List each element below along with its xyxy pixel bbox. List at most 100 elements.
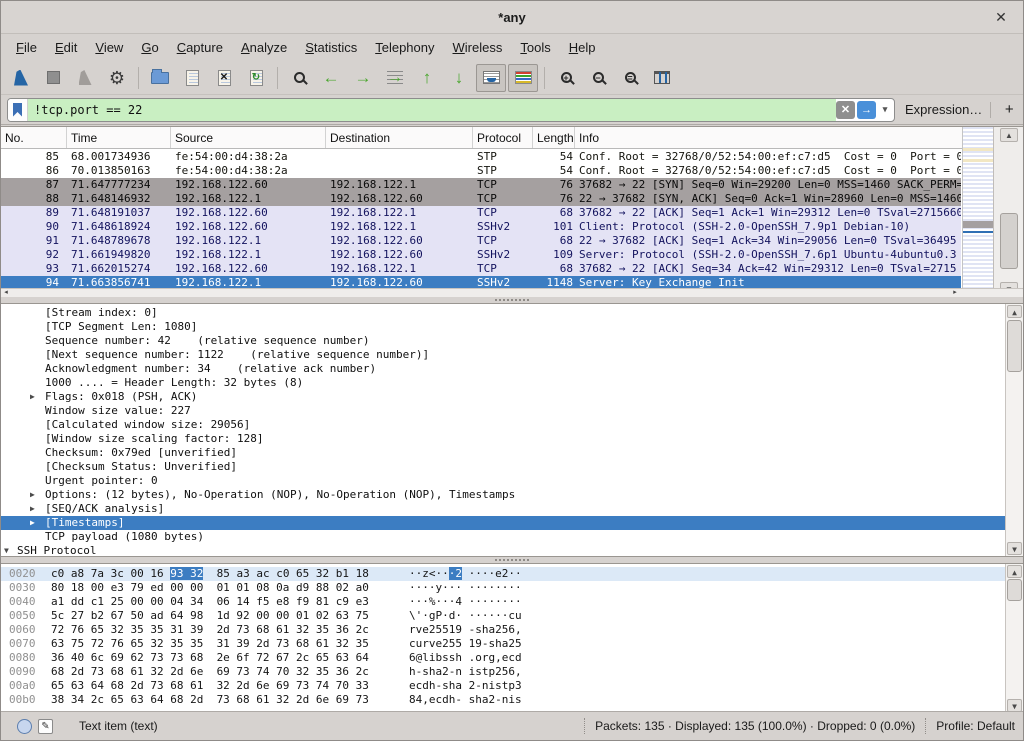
scroll-right-icon[interactable]: ▸ [950, 289, 960, 297]
detail-line[interactable]: Window size value: 227 [1, 404, 1005, 418]
filter-clear-button[interactable]: ✕ [836, 101, 855, 119]
display-filter-input[interactable] [28, 99, 836, 121]
colorize-button[interactable] [508, 64, 538, 92]
detail-line[interactable]: Urgent pointer: 0 [1, 474, 1005, 488]
restart-capture-button[interactable] [70, 64, 100, 92]
start-capture-button[interactable] [6, 64, 36, 92]
detail-line[interactable]: Checksum: 0x79ed [unverified] [1, 446, 1005, 460]
hex-bytes[interactable]: 68 2d 73 68 61 32 2d 6e 69 73 74 70 32 3… [37, 665, 397, 679]
hex-bytes[interactable]: 80 18 00 e3 79 ed 00 00 01 01 08 0a d9 8… [37, 581, 397, 595]
detail-line[interactable]: 1000 .... = Header Length: 32 bytes (8) [1, 376, 1005, 390]
scrollbar-thumb[interactable] [1007, 579, 1022, 601]
detail-line[interactable]: [Calculated window size: 29056] [1, 418, 1005, 432]
scroll-up-icon[interactable]: ▲ [1000, 128, 1018, 142]
hex-scrollbar[interactable]: ▲ ▼ [1005, 564, 1023, 713]
filter-apply-button[interactable]: → [857, 101, 876, 119]
packet-row[interactable]: 8971.648191037192.168.122.60192.168.122.… [1, 206, 961, 220]
menu-view[interactable]: View [86, 36, 132, 59]
hex-row[interactable]: 003080 18 00 e3 79 ed 00 00 01 01 08 0a … [1, 581, 1005, 595]
detail-line[interactable]: [Window size scaling factor: 128] [1, 432, 1005, 446]
packet-row[interactable]: 9271.661949820192.168.122.1192.168.122.6… [1, 248, 961, 262]
hex-row[interactable]: 00a065 63 64 68 2d 73 68 61 32 2d 6e 69 … [1, 679, 1005, 693]
hex-ascii[interactable]: ecdh-sha 2-nistp3 [397, 679, 522, 693]
expander-icon[interactable]: ▶ [30, 488, 35, 502]
detail-line[interactable]: TCP payload (1080 bytes) [1, 530, 1005, 544]
detail-scrollbar[interactable]: ▲ ▼ [1005, 304, 1023, 556]
detail-line[interactable]: [Stream index: 0] [1, 306, 1005, 320]
auto-scroll-button[interactable] [476, 64, 506, 92]
menu-help[interactable]: Help [560, 36, 605, 59]
scrollbar-thumb[interactable] [1000, 213, 1018, 269]
go-back-button[interactable]: ← [316, 64, 346, 92]
menu-tools[interactable]: Tools [511, 36, 559, 59]
close-window-button[interactable]: ✕ [991, 7, 1011, 27]
hex-ascii[interactable]: \'·gP·d· ······cu [397, 609, 522, 623]
capture-options-button[interactable]: ⚙ [102, 64, 132, 92]
packet-row[interactable]: 8771.647777234192.168.122.60192.168.122.… [1, 178, 961, 192]
go-forward-button[interactable]: → [348, 64, 378, 92]
detail-line[interactable]: ▶[SEQ/ACK analysis] [1, 502, 1005, 516]
hex-ascii[interactable]: 84,ecdh- sha2-nis [397, 693, 522, 707]
column-header-protocol[interactable]: Protocol [473, 127, 533, 148]
title-bar[interactable]: *any ✕ [1, 1, 1023, 34]
hex-bytes[interactable]: c0 a8 7a 3c 00 16 93 32 85 a3 ac c0 65 3… [37, 567, 397, 581]
hex-ascii[interactable]: 6@libssh .org,ecd [397, 651, 522, 665]
hex-row[interactable]: 0040a1 dd c1 25 00 00 04 34 06 14 f5 e8 … [1, 595, 1005, 609]
packet-row[interactable]: 8871.648146932192.168.122.1192.168.122.6… [1, 192, 961, 206]
hex-ascii[interactable]: ····y··· ········ [397, 581, 522, 595]
stop-capture-button[interactable] [38, 64, 68, 92]
hex-bytes[interactable]: 65 63 64 68 2d 73 68 61 32 2d 6e 69 73 7… [37, 679, 397, 693]
hex-ascii[interactable]: rve25519 -sha256, [397, 623, 522, 637]
resize-columns-button[interactable] [647, 64, 677, 92]
expander-icon[interactable]: ▶ [30, 502, 35, 516]
hex-row[interactable]: 00505c 27 b2 67 50 ad 64 98 1d 92 00 00 … [1, 609, 1005, 623]
hex-row[interactable]: 009068 2d 73 68 61 32 2d 6e 69 73 74 70 … [1, 665, 1005, 679]
hex-row[interactable]: 00b038 34 2c 65 63 64 68 2d 73 68 61 32 … [1, 693, 1005, 707]
packet-row[interactable]: 8670.013850163fe:54:00:d4:38:2aSTP54Conf… [1, 164, 961, 178]
filter-dropdown-caret[interactable]: ▾ [878, 101, 892, 119]
menu-telephony[interactable]: Telephony [366, 36, 443, 59]
hex-row[interactable]: 006072 76 65 32 35 35 31 39 2d 73 68 61 … [1, 623, 1005, 637]
packet-list-scrollbar[interactable]: ▲ ▼ [993, 127, 1023, 297]
go-last-packet-button[interactable]: ↓ [444, 64, 474, 92]
detail-line[interactable]: Sequence number: 42 (relative sequence n… [1, 334, 1005, 348]
reload-file-button[interactable]: ↻ [241, 64, 271, 92]
detail-line[interactable]: ▶Flags: 0x018 (PSH, ACK) [1, 390, 1005, 404]
save-file-button[interactable] [177, 64, 207, 92]
scroll-up-icon[interactable]: ▲ [1007, 565, 1022, 578]
hex-bytes[interactable]: 63 75 72 76 65 32 35 35 31 39 2d 73 68 6… [37, 637, 397, 651]
column-header-info[interactable]: Info [575, 127, 1023, 148]
hex-row[interactable]: 007063 75 72 76 65 32 35 35 31 39 2d 73 … [1, 637, 1005, 651]
scroll-up-icon[interactable]: ▲ [1007, 305, 1022, 318]
expert-info-icon[interactable] [17, 719, 32, 734]
packet-minimap[interactable] [962, 127, 993, 288]
detail-line[interactable]: [Next sequence number: 1122 (relative se… [1, 348, 1005, 362]
zoom-in-button[interactable]: + [551, 64, 581, 92]
hex-bytes[interactable]: 38 34 2c 65 63 64 68 2d 73 68 61 32 2d 6… [37, 693, 397, 707]
capture-comment-icon[interactable]: ✎ [38, 719, 53, 734]
hex-bytes[interactable]: a1 dd c1 25 00 00 04 34 06 14 f5 e8 f9 8… [37, 595, 397, 609]
packet-row[interactable]: 9071.648618924192.168.122.60192.168.122.… [1, 220, 961, 234]
detail-line[interactable]: [Checksum Status: Unverified] [1, 460, 1005, 474]
close-file-button[interactable]: ✕ [209, 64, 239, 92]
hex-row[interactable]: 0020c0 a8 7a 3c 00 16 93 32 85 a3 ac c0 … [1, 567, 1005, 581]
add-filter-button[interactable]: + [999, 101, 1019, 118]
detail-line[interactable]: [TCP Segment Len: 1080] [1, 320, 1005, 334]
packet-row[interactable]: 8568.001734936fe:54:00:d4:38:2aSTP54Conf… [1, 150, 961, 164]
hex-ascii[interactable]: ··z<···2 ····e2·· [397, 567, 522, 581]
expander-icon[interactable]: ▶ [30, 390, 35, 404]
menu-edit[interactable]: Edit [46, 36, 86, 59]
scroll-left-icon[interactable]: ◂ [1, 289, 11, 297]
detail-line[interactable]: Acknowledgment number: 34 (relative ack … [1, 362, 1005, 376]
expander-icon[interactable]: ▶ [30, 516, 35, 530]
go-to-packet-button[interactable]: → [380, 64, 410, 92]
hex-bytes[interactable]: 72 76 65 32 35 35 31 39 2d 73 68 61 32 3… [37, 623, 397, 637]
menu-analyze[interactable]: Analyze [232, 36, 296, 59]
find-packet-button[interactable] [284, 64, 314, 92]
column-header-no[interactable]: No. [1, 127, 67, 148]
detail-line-selected[interactable]: ▶[Timestamps] [1, 516, 1005, 530]
menu-go[interactable]: Go [132, 36, 167, 59]
hex-ascii[interactable]: ···%···4 ········ [397, 595, 522, 609]
hex-ascii[interactable]: curve255 19-sha25 [397, 637, 522, 651]
detail-line[interactable]: ▼SSH Protocol [1, 544, 1005, 557]
